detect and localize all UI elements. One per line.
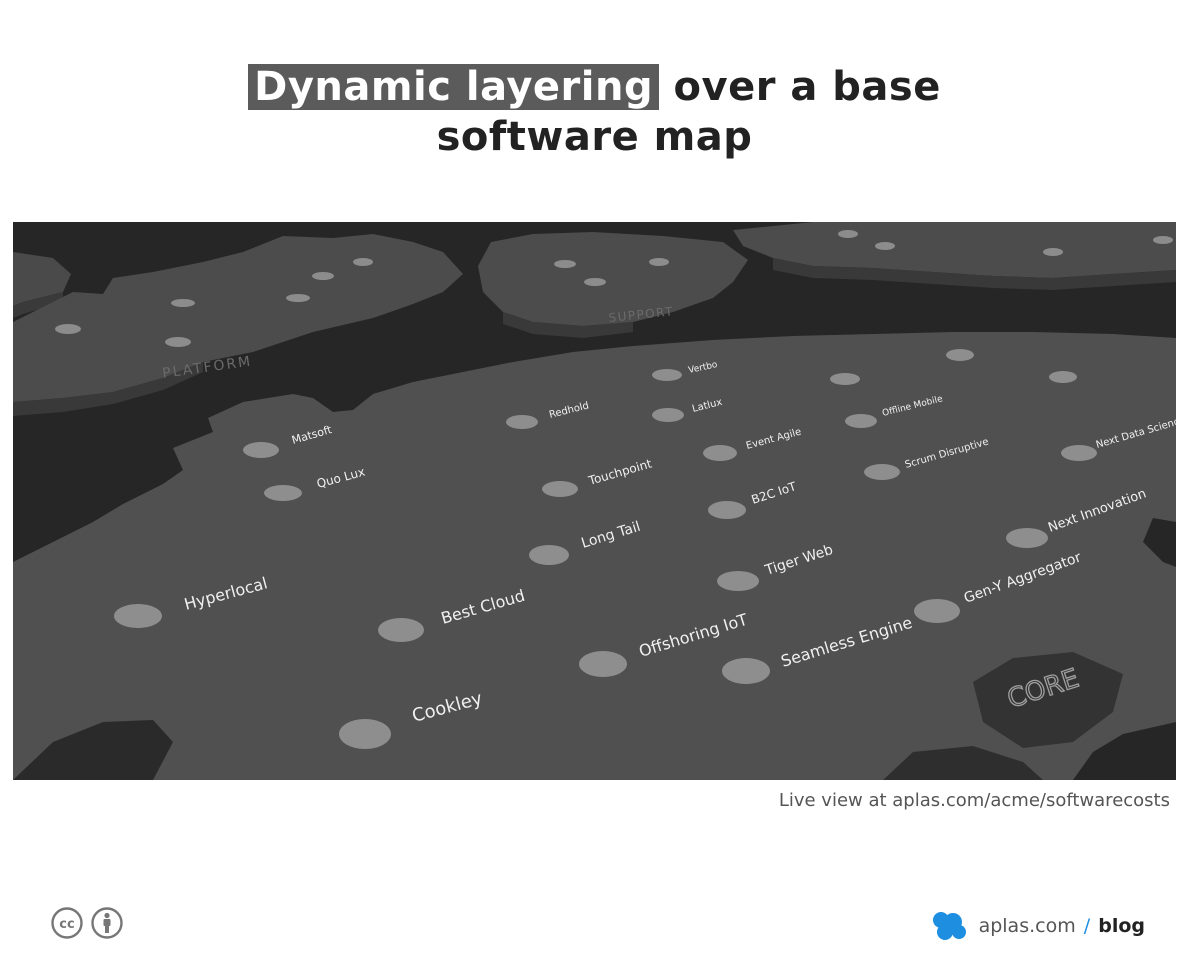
creative-commons-icon: cc bbox=[51, 907, 83, 939]
brand-slash: / bbox=[1083, 915, 1091, 937]
brand-link[interactable]: aplas.com / blog bbox=[931, 910, 1145, 942]
license-badges: cc bbox=[50, 906, 124, 940]
title-highlight: Dynamic layering bbox=[248, 64, 660, 110]
software-map-view[interactable]: Matsoft Quo Lux Redhold Latlux Vertbo To… bbox=[13, 222, 1176, 780]
brand-site: aplas.com bbox=[978, 915, 1076, 937]
aplas-logo-icon bbox=[932, 912, 966, 940]
attribution-icon bbox=[91, 907, 123, 939]
brand-section: blog bbox=[1098, 915, 1145, 937]
software-map-canvas: Matsoft Quo Lux Redhold Latlux Vertbo To… bbox=[13, 222, 1176, 780]
title-line1-rest: over a base bbox=[673, 64, 941, 110]
live-view-caption: Live view at aplas.com/acme/softwarecost… bbox=[778, 790, 1170, 811]
title-line2: software map bbox=[436, 114, 753, 160]
page-title: Dynamic layering over a base software ma… bbox=[0, 62, 1189, 162]
cc-symbol: cc bbox=[59, 917, 74, 932]
